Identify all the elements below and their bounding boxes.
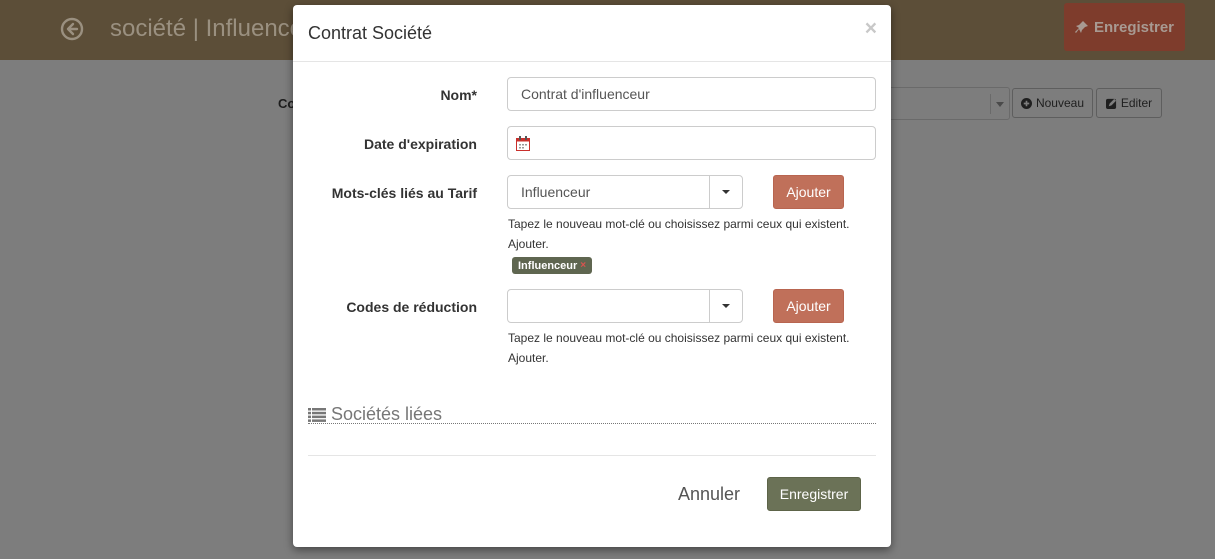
list-icon bbox=[308, 407, 326, 422]
name-label: Nom* bbox=[440, 87, 477, 103]
new-button[interactable]: Nouveau bbox=[1012, 88, 1093, 118]
edit-button[interactable]: Editer bbox=[1096, 88, 1162, 118]
keyword-tag: Influenceur × bbox=[512, 257, 593, 274]
discount-codes-combobox[interactable] bbox=[507, 289, 743, 323]
linked-companies-title: Sociétés liées bbox=[331, 404, 443, 424]
discount-codes-help-line2: Ajouter. bbox=[508, 351, 549, 365]
discount-codes-help-line1: Tapez le nouveau mot-clé ou choisissez p… bbox=[508, 331, 850, 345]
tariff-keywords-help-line2: Ajouter. bbox=[508, 237, 549, 251]
page-title: société | Influence bbox=[110, 15, 304, 42]
chevron-down-icon bbox=[722, 304, 730, 308]
tariff-keywords-label: Mots-clés liés au Tarif bbox=[331, 185, 477, 201]
cancel-button[interactable]: Annuler bbox=[678, 484, 740, 505]
discount-codes-label: Codes de réduction bbox=[346, 299, 477, 315]
tariff-keywords-value: Influenceur bbox=[521, 184, 591, 200]
save-button[interactable]: Enregistrer bbox=[767, 477, 861, 511]
plus-circle-icon bbox=[1020, 97, 1032, 109]
remove-tag-icon[interactable]: × bbox=[580, 260, 586, 271]
discount-codes-dropdown-toggle[interactable] bbox=[709, 290, 742, 322]
chevron-down-icon bbox=[722, 190, 730, 194]
tariff-keywords-help-line1: Tapez le nouveau mot-clé ou choisissez p… bbox=[508, 217, 850, 231]
page-save-button[interactable]: Enregistrer bbox=[1064, 3, 1185, 51]
chevron-down-icon bbox=[996, 102, 1004, 107]
modal-title: Contrat Société bbox=[308, 23, 433, 43]
new-button-label: Nouveau bbox=[1035, 96, 1085, 110]
edit-icon bbox=[1105, 98, 1116, 109]
tariff-keywords-combobox[interactable]: Influenceur bbox=[507, 175, 743, 209]
name-input-value: Contrat d'influenceur bbox=[521, 86, 650, 102]
keyword-tag-label: Influenceur bbox=[518, 259, 578, 272]
section-divider bbox=[308, 423, 876, 424]
close-icon[interactable]: × bbox=[865, 18, 877, 39]
tariff-keywords-dropdown-toggle[interactable] bbox=[709, 176, 742, 208]
modal-header: Contrat Société × bbox=[293, 5, 891, 62]
footer-divider bbox=[308, 455, 876, 456]
contract-modal: Contrat Société × Nom* Contrat d'influen… bbox=[293, 5, 891, 547]
background-select-separator bbox=[990, 94, 991, 114]
page-save-label: Enregistrer bbox=[1093, 18, 1175, 36]
back-arrow-icon[interactable] bbox=[60, 17, 84, 41]
calendar-icon bbox=[516, 135, 530, 151]
background-select[interactable] bbox=[880, 87, 1010, 120]
expiration-date-input[interactable] bbox=[507, 126, 876, 160]
add-tariff-keyword-button[interactable]: Ajouter bbox=[773, 175, 844, 209]
edit-button-label: Editer bbox=[1120, 96, 1153, 110]
expiration-label: Date d'expiration bbox=[363, 136, 477, 152]
linked-companies-heading: Sociétés liées bbox=[308, 404, 442, 425]
pin-icon bbox=[1074, 21, 1088, 33]
add-discount-code-button[interactable]: Ajouter bbox=[773, 289, 844, 323]
name-input[interactable]: Contrat d'influenceur bbox=[507, 77, 876, 111]
